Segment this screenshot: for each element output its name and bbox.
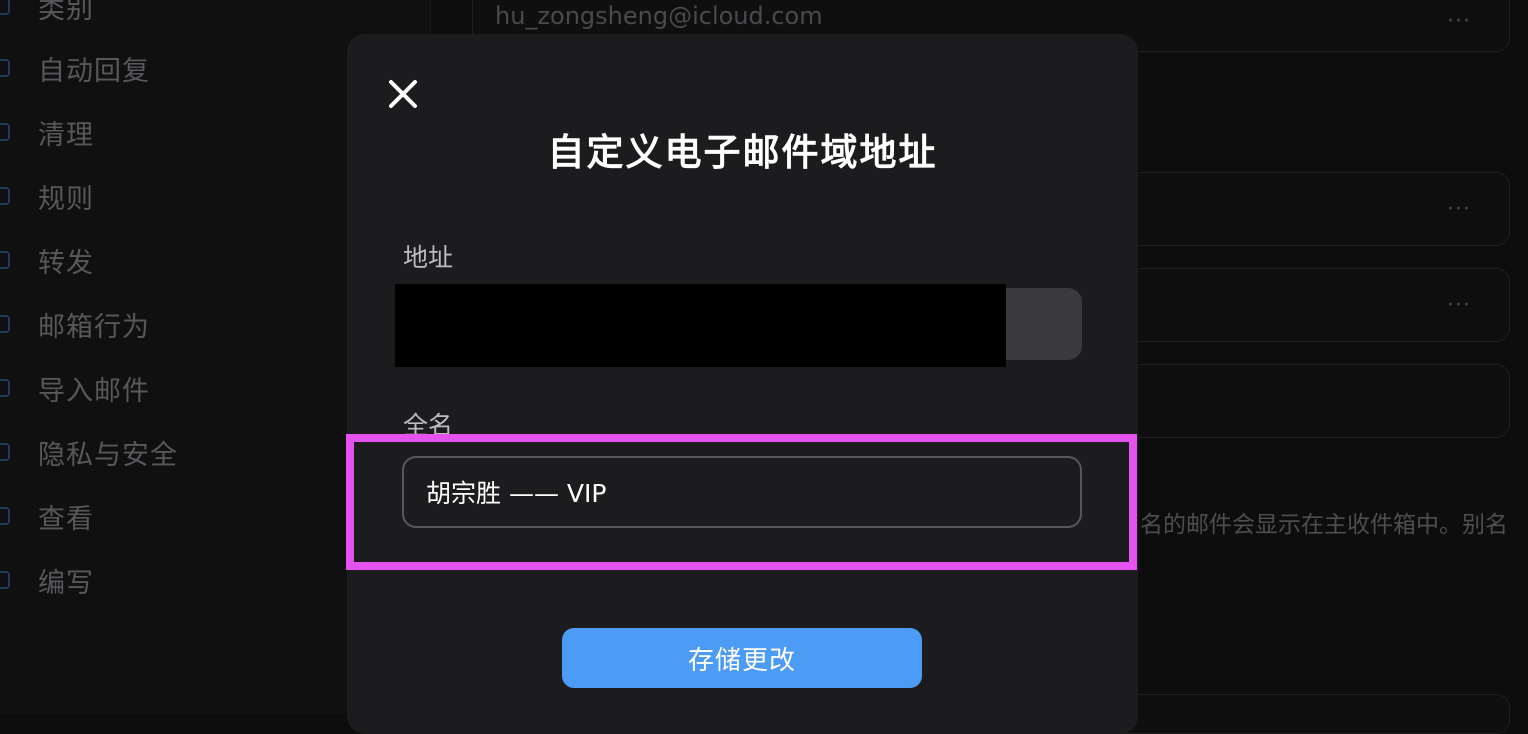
- auto-reply-icon: [0, 59, 10, 77]
- email-address: hu_zongsheng@icloud.com: [495, 2, 823, 30]
- sidebar-item-label: 清理: [38, 119, 94, 151]
- sidebar-item-label: 转发: [38, 247, 94, 279]
- alias-note: 名的邮件会显示在主收件箱中。别名: [1140, 512, 1508, 538]
- more-options-icon[interactable]: ···: [1447, 11, 1471, 33]
- fullname-label: 全名: [403, 411, 454, 440]
- import-icon: [0, 379, 10, 397]
- mailbox-icon: [0, 315, 10, 333]
- save-changes-button[interactable]: 存储更改: [562, 628, 922, 688]
- close-button[interactable]: [385, 76, 421, 112]
- privacy-icon: [0, 443, 10, 461]
- custom-domain-dialog: 自定义电子邮件域地址 地址 全名 存储更改: [347, 34, 1138, 734]
- address-label: 地址: [403, 243, 454, 272]
- view-icon: [0, 507, 10, 525]
- rules-icon: [0, 187, 10, 205]
- close-icon: [389, 80, 417, 108]
- compose-icon: [0, 571, 10, 589]
- forward-icon: [0, 251, 10, 269]
- sidebar-item-label: 编写: [38, 567, 94, 599]
- fullname-input[interactable]: [402, 456, 1082, 528]
- sidebar-item-label: 自动回复: [38, 55, 150, 87]
- redacted-address: [395, 284, 1006, 367]
- cleanup-icon: [0, 123, 10, 141]
- categories-icon: [0, 0, 10, 15]
- dialog-title: 自定义电子邮件域地址: [547, 131, 938, 174]
- sidebar-item-label: 导入邮件: [38, 375, 150, 407]
- sidebar-item-label: 类别: [38, 0, 94, 25]
- more-options-icon[interactable]: ···: [1447, 199, 1471, 221]
- sidebar-item-label: 规则: [38, 183, 94, 215]
- sidebar-item-label: 邮箱行为: [38, 311, 150, 343]
- more-options-icon[interactable]: ···: [1447, 295, 1471, 317]
- sidebar-item-label: 查看: [38, 503, 94, 535]
- sidebar-item-label: 隐私与安全: [38, 439, 178, 471]
